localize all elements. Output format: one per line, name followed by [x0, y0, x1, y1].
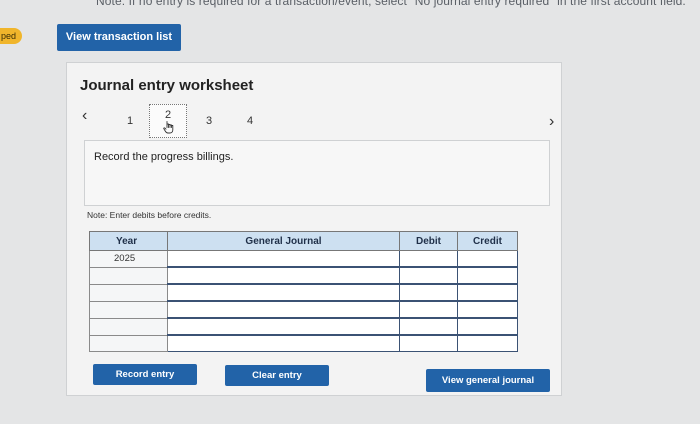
record-entry-button[interactable]: Record entry	[93, 364, 197, 385]
instruction-banner-text: Note: If no entry is required for a tran…	[96, 0, 686, 8]
credit-input[interactable]	[457, 250, 518, 268]
debit-input[interactable]	[399, 266, 458, 285]
table-row	[89, 334, 518, 352]
table-row	[89, 300, 518, 319]
column-header-debit: Debit	[399, 231, 458, 251]
debit-input[interactable]	[399, 317, 458, 336]
account-input[interactable]	[167, 250, 400, 268]
clear-entry-button[interactable]: Clear entry	[225, 365, 329, 386]
credit-input[interactable]	[457, 317, 518, 336]
column-header-year: Year	[89, 231, 168, 251]
debit-input[interactable]	[399, 300, 458, 319]
view-general-journal-button[interactable]: View general journal	[426, 369, 550, 392]
table-row	[89, 317, 518, 336]
worksheet-title: Journal entry worksheet	[80, 77, 254, 94]
column-header-credit: Credit	[457, 231, 518, 251]
instruction-box: Record the progress billings.	[84, 140, 550, 206]
step-2-current[interactable]: 2	[149, 104, 187, 138]
account-input[interactable]	[167, 317, 400, 336]
credit-input[interactable]	[457, 300, 518, 319]
hand-pointer-icon	[163, 121, 174, 134]
table-header-row: Year General Journal Debit Credit	[89, 231, 518, 251]
credit-input[interactable]	[457, 334, 518, 352]
instruction-banner: Note: If no entry is required for a tran…	[0, 0, 700, 10]
account-input[interactable]	[167, 283, 400, 302]
credit-input[interactable]	[457, 283, 518, 302]
chevron-right-icon[interactable]: ›	[549, 113, 554, 131]
instruction-text: Record the progress billings.	[94, 151, 234, 163]
year-cell	[89, 317, 168, 336]
step-3[interactable]: 3	[206, 115, 212, 127]
step-1[interactable]: 1	[127, 115, 133, 127]
table-row: 2025	[89, 250, 518, 268]
status-badge: ped	[0, 28, 22, 44]
year-cell	[89, 334, 168, 352]
debit-input[interactable]	[399, 334, 458, 352]
year-cell	[89, 300, 168, 319]
debit-input[interactable]	[399, 250, 458, 268]
journal-entry-worksheet-panel: Journal entry worksheet ‹ 1 2 3 4 › Reco…	[66, 62, 562, 396]
year-cell: 2025	[89, 250, 168, 268]
note-text: Note: Enter debits before credits.	[87, 210, 212, 220]
debit-input[interactable]	[399, 283, 458, 302]
credit-input[interactable]	[457, 266, 518, 285]
year-cell	[89, 283, 168, 302]
journal-entry-table: Year General Journal Debit Credit 2025	[89, 231, 518, 352]
account-input[interactable]	[167, 334, 400, 352]
table-row	[89, 266, 518, 285]
table-row	[89, 283, 518, 302]
view-transaction-list-button[interactable]: View transaction list	[57, 24, 181, 51]
year-cell	[89, 266, 168, 285]
account-input[interactable]	[167, 300, 400, 319]
step-4[interactable]: 4	[247, 115, 253, 127]
chevron-left-icon[interactable]: ‹	[82, 107, 87, 125]
column-header-general-journal: General Journal	[167, 231, 400, 251]
account-input[interactable]	[167, 266, 400, 285]
